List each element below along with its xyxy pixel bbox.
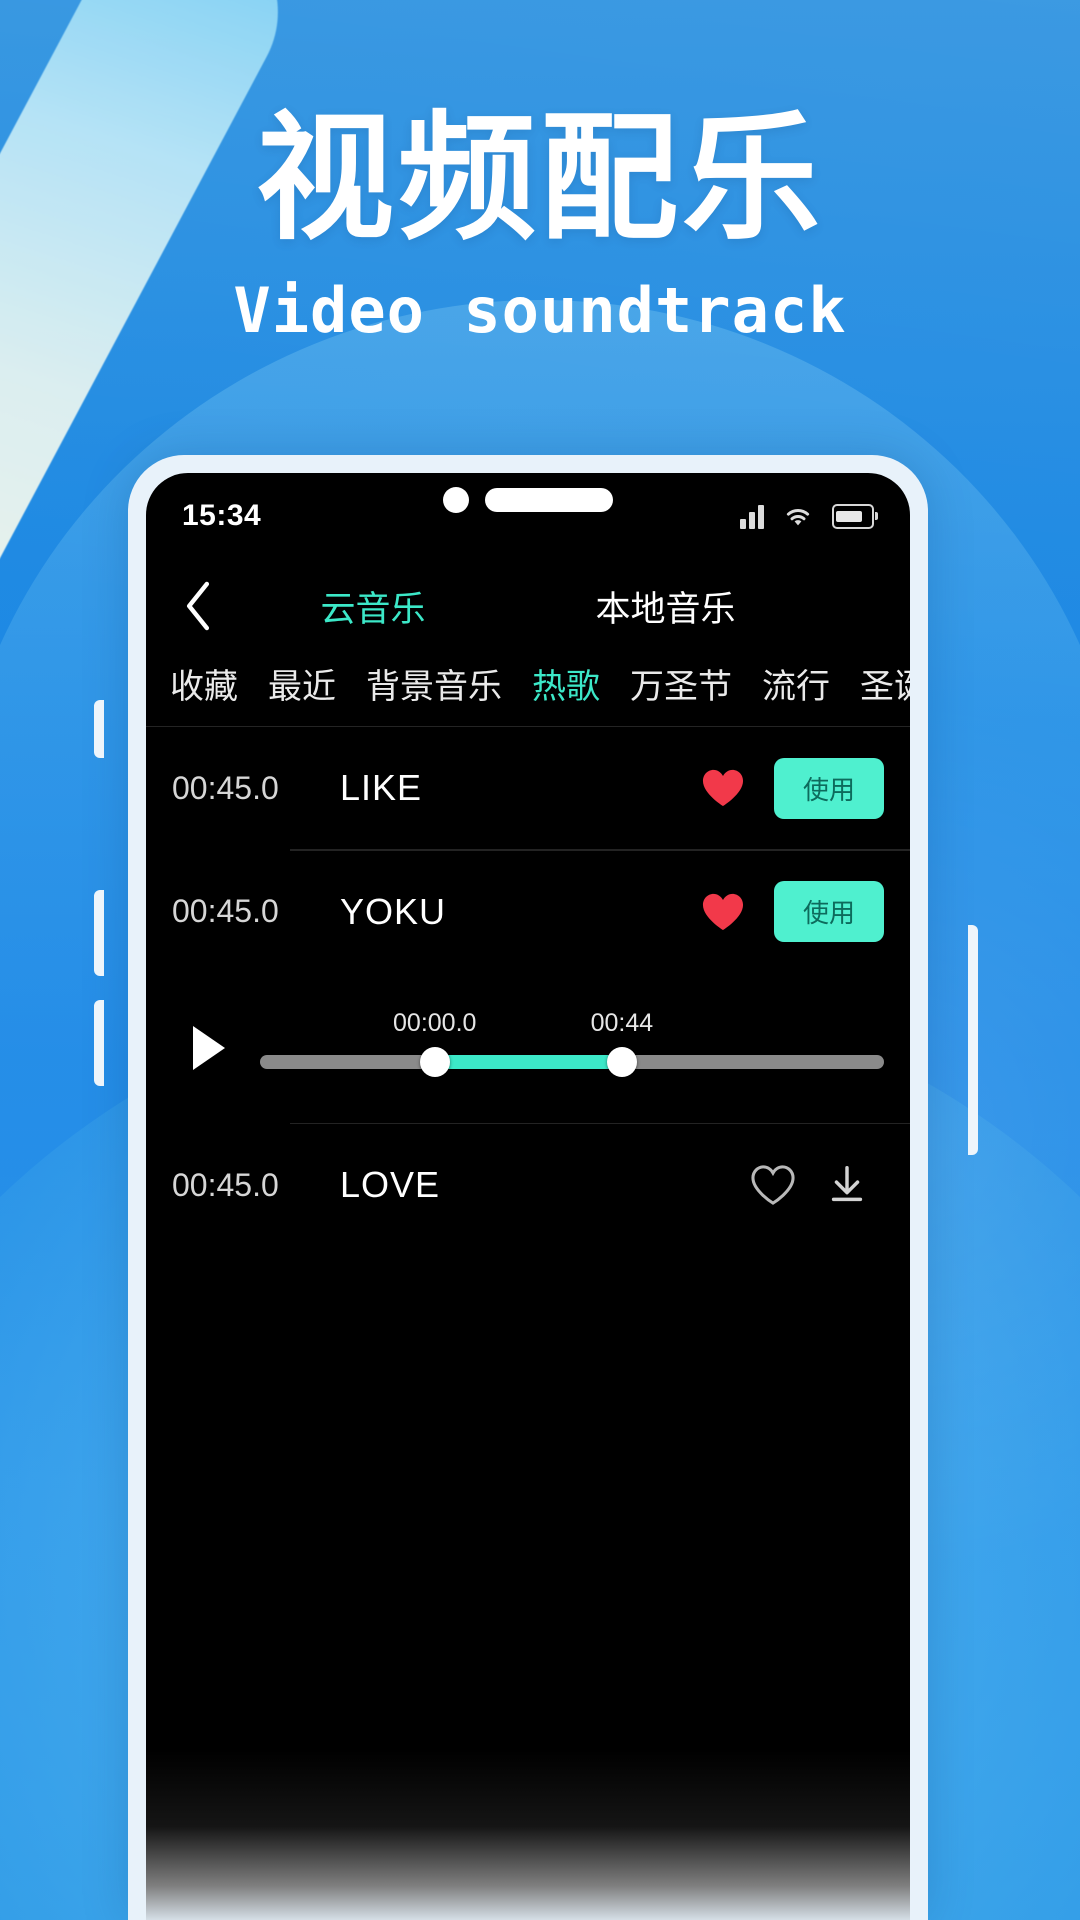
song-title: LOVE — [340, 1164, 441, 1205]
audio-trim-player: 00:00.0 00:44 — [146, 973, 910, 1123]
song-title: YOKU — [340, 890, 447, 932]
category-tab-christmas[interactable]: 圣诞 — [860, 659, 910, 708]
play-icon[interactable] — [172, 1022, 246, 1074]
signal-bars-icon — [740, 503, 764, 529]
page-title-cn: 视频配乐 — [255, 98, 824, 259]
camera-dot-icon — [443, 487, 469, 513]
slider-selected-range — [434, 1054, 622, 1069]
trim-range-slider[interactable]: 00:00.0 00:44 — [260, 1003, 884, 1093]
category-tab-halloween[interactable]: 万圣节 — [630, 659, 732, 708]
song-actions — [750, 1162, 884, 1208]
nav-tab-group: 云音乐 本地音乐 — [146, 581, 910, 632]
phone-screen: 15:34 云音乐 本地音乐 收藏 最近 背景音乐 热歌 万圣节 流行 圣 00… — [146, 473, 910, 1920]
use-button[interactable]: 使用 — [774, 757, 884, 819]
category-tab-bar: 收藏 最近 背景音乐 热歌 万圣节 流行 圣诞 — [146, 653, 910, 727]
table-row[interactable]: 00:45.0 LIKE 使用 — [146, 727, 910, 849]
category-tab-hot-songs[interactable]: 热歌 — [532, 659, 600, 708]
song-actions: 使用 — [700, 881, 884, 942]
page-subtitle-en: Video soundtrack — [233, 274, 847, 347]
phone-mockup: 15:34 云音乐 本地音乐 收藏 最近 背景音乐 热歌 万圣节 流行 圣 00… — [128, 455, 928, 1920]
hero-header: 视频配乐 Video soundtrack — [0, 98, 1080, 348]
heart-filled-icon[interactable] — [700, 767, 746, 809]
screen-bottom-fade — [146, 1750, 910, 1920]
slider-handle-start[interactable] — [419, 1046, 450, 1077]
category-tab-background-music[interactable]: 背景音乐 — [366, 659, 502, 708]
nav-tab-cloud-music[interactable]: 云音乐 — [320, 581, 425, 632]
battery-icon — [832, 503, 878, 529]
song-duration: 00:45.0 — [172, 1166, 279, 1203]
trim-end-label: 00:44 — [590, 1008, 654, 1037]
phone-button-mute[interactable] — [94, 700, 104, 758]
trim-start-label: 00:00.0 — [393, 1008, 477, 1037]
song-list: 00:45.0 LIKE 使用 00:45.0 YOKU 使用 00:00.0 … — [146, 727, 910, 1246]
chevron-left-icon[interactable] — [170, 578, 226, 634]
island-pill-icon — [485, 488, 613, 512]
nav-tab-local-music[interactable]: 本地音乐 — [596, 581, 736, 632]
use-button[interactable]: 使用 — [774, 881, 884, 942]
download-icon[interactable] — [824, 1162, 870, 1208]
table-row[interactable]: 00:45.0 LOVE — [146, 1124, 910, 1246]
song-actions: 使用 — [700, 757, 884, 819]
status-icons — [740, 503, 878, 529]
dynamic-island — [443, 487, 613, 513]
slider-handle-end[interactable] — [606, 1046, 637, 1077]
phone-button-power[interactable] — [968, 925, 978, 1155]
phone-button-volume-up[interactable] — [94, 890, 104, 976]
status-bar: 15:34 — [146, 473, 910, 559]
app-navbar: 云音乐 本地音乐 — [146, 559, 910, 653]
song-duration: 00:45.0 — [172, 769, 279, 806]
table-row[interactable]: 00:45.0 YOKU 使用 — [146, 851, 910, 973]
phone-button-volume-down[interactable] — [94, 1000, 104, 1086]
heart-filled-icon[interactable] — [700, 891, 746, 933]
song-title: LIKE — [340, 767, 423, 808]
category-tab-recent[interactable]: 最近 — [268, 659, 336, 708]
wifi-icon — [786, 509, 810, 526]
heart-outline-icon[interactable] — [750, 1164, 796, 1206]
category-tab-pop[interactable]: 流行 — [762, 659, 830, 708]
category-tab-favorites[interactable]: 收藏 — [170, 659, 238, 708]
status-time: 15:34 — [182, 499, 262, 532]
song-duration: 00:45.0 — [172, 893, 279, 929]
